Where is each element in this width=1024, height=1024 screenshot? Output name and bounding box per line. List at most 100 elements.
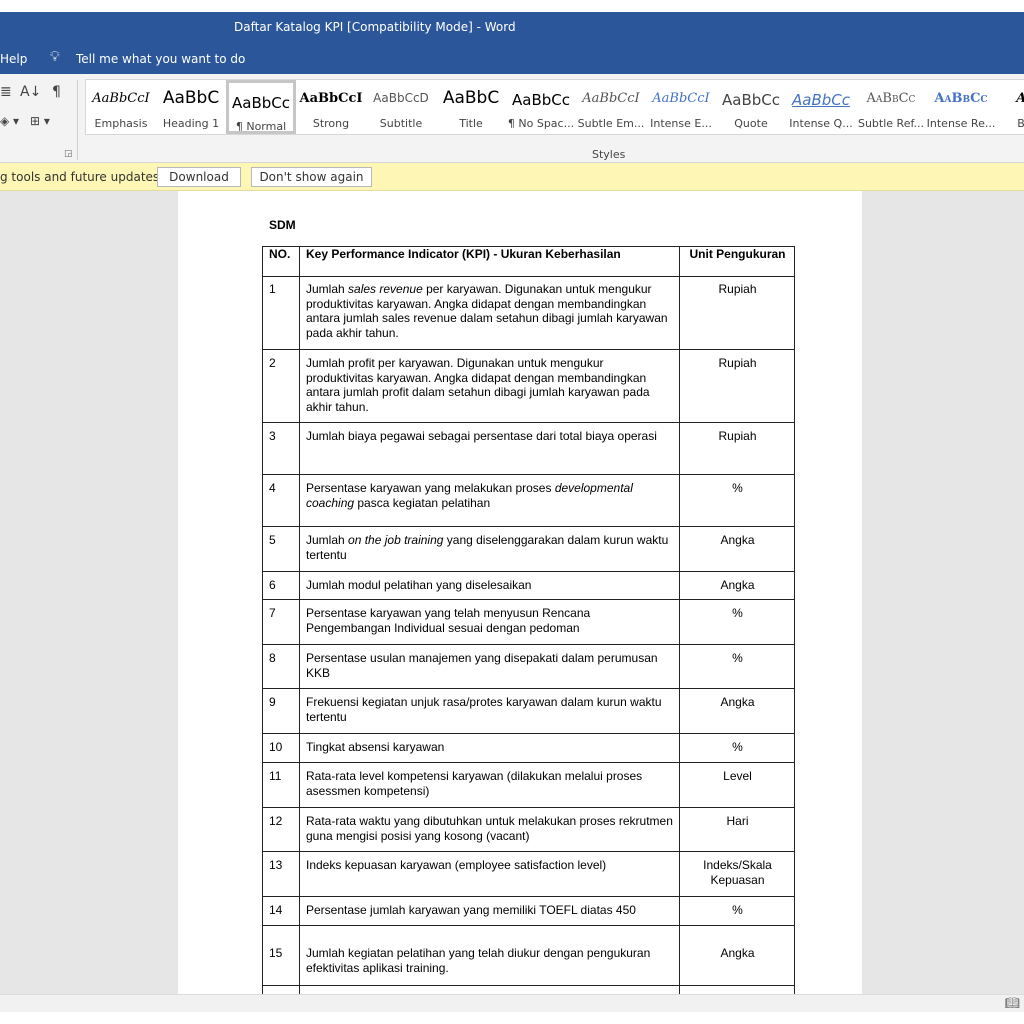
sort-icon[interactable]: A↓ bbox=[20, 84, 41, 100]
style-title[interactable]: AaBbC Title bbox=[436, 80, 506, 134]
style-normal[interactable]: AaBbCc ¶ Normal bbox=[226, 80, 296, 134]
style-preview: AaBbCc bbox=[232, 94, 290, 112]
style-label: Strong bbox=[312, 117, 350, 130]
cell-kpi: Jumlah profit per karyawan. Digunakan un… bbox=[299, 350, 679, 422]
pilcrow-icon[interactable]: ¶ bbox=[52, 84, 61, 100]
style-emphasis[interactable]: AaBbCcI Emphasis bbox=[86, 80, 156, 134]
cell-no: 6 bbox=[269, 578, 276, 592]
style-preview: AaBbC bbox=[442, 88, 500, 108]
cell-kpi: Persentase usulan manajemen yang disepak… bbox=[299, 645, 679, 688]
table-row: 9 Frekuensi kegiatan unjuk rasa/protes k… bbox=[262, 689, 795, 734]
table-row: 3 Jumlah biaya pegawai sebagai persentas… bbox=[262, 423, 795, 475]
kpi-text: pasca kegiatan pelatihan bbox=[354, 495, 491, 510]
kpi-text: Persentase usulan manajemen yang disepak… bbox=[306, 651, 658, 680]
menu-help[interactable]: Help bbox=[0, 52, 27, 66]
cell-unit bbox=[679, 986, 795, 994]
cell-kpi: Jumlah biaya pegawai sebagai persentase … bbox=[299, 423, 679, 474]
style-label: Subtle Em... bbox=[577, 117, 645, 130]
cell-unit: Angka bbox=[679, 527, 795, 571]
tell-me-search[interactable]: Tell me what you want to do bbox=[76, 52, 245, 66]
cell-no: 15 bbox=[269, 946, 283, 960]
style-quote[interactable]: AaBbCc Quote bbox=[716, 80, 786, 134]
style-label: Book bbox=[1017, 117, 1024, 130]
table-header-row: NO. Key Performance Indicator (KPI) - Uk… bbox=[262, 246, 795, 277]
kpi-text: Tingkat absensi karyawan bbox=[306, 740, 445, 754]
window-title: Daftar Katalog KPI [Compatibility Mode] … bbox=[234, 20, 516, 34]
kpi-text: Rata-rata waktu yang dibutuhkan untuk me… bbox=[306, 814, 673, 843]
header-unit: Unit Pengukuran bbox=[679, 247, 795, 276]
style-heading-1[interactable]: AaBbC Heading 1 bbox=[156, 80, 226, 134]
menu-bar: Help 💡︎ Tell me what you want to do bbox=[0, 43, 1024, 74]
cell-kpi: Rata-rata level kompetensi karyawan (dil… bbox=[299, 763, 679, 807]
style-book[interactable]: AaB Book bbox=[996, 80, 1024, 134]
cell-no: 12 bbox=[269, 814, 283, 828]
table-row: 2 Jumlah profit per karyawan. Digunakan … bbox=[262, 350, 795, 423]
table-row: 14 Persentase jumlah karyawan yang memil… bbox=[262, 897, 795, 926]
table-row: 15 Jumlah kegiatan pelatihan yang telah … bbox=[262, 926, 795, 986]
dialog-launcher-icon[interactable]: ◲ bbox=[64, 149, 73, 159]
cell-unit: Rupiah bbox=[679, 423, 795, 474]
table-row: 1 Jumlah sales revenue per karyawan. Dig… bbox=[262, 276, 795, 350]
style-preview: AaBbCc bbox=[934, 91, 988, 106]
cell-kpi: Jumlah modul pelatihan yang diselesaikan bbox=[299, 572, 679, 599]
info-message: g tools and future updates? bbox=[0, 170, 166, 184]
cell-no: 8 bbox=[269, 651, 276, 665]
kpi-text: Persentase jumlah karyawan yang memiliki… bbox=[306, 903, 636, 917]
cell-unit: Level bbox=[679, 763, 795, 807]
kpi-text: Jumlah profit per karyawan. Digunakan un… bbox=[306, 356, 650, 414]
style-label: Subtitle bbox=[379, 117, 423, 130]
cell-no: 14 bbox=[269, 903, 283, 917]
table-row: 4 Persentase karyawan yang melakukan pro… bbox=[262, 475, 795, 527]
cell-no: 10 bbox=[269, 740, 283, 754]
style-preview: AaBbCc bbox=[792, 91, 850, 109]
ribbon: ≣ A↓ ¶ ◈ ▾ ⊞ ▾ ◲ AaBbCcI Emphasis AaBbC Hea… bbox=[0, 74, 1024, 163]
cell-unit: Indeks/Skala Kepuasan bbox=[679, 852, 795, 896]
cell-unit: Rupiah bbox=[679, 350, 795, 422]
style-no-spac[interactable]: AaBbCc ¶ No Spac... bbox=[506, 80, 576, 134]
cell-kpi: Persentase karyawan yang melakukan prose… bbox=[299, 475, 679, 526]
document-page[interactable]: SDM NO. Key Performance Indicator (KPI) … bbox=[178, 191, 862, 994]
kpi-text: Jumlah biaya pegawai sebagai persentase … bbox=[306, 429, 657, 443]
style-intense-e[interactable]: AaBbCcI Intense E... bbox=[646, 80, 716, 134]
style-strong[interactable]: AaBbCcI Strong bbox=[296, 80, 366, 134]
read-mode-icon[interactable]: 📖︎ bbox=[1005, 996, 1020, 1010]
kpi-text: Indeks kepuasan karyawan (employee satis… bbox=[306, 858, 607, 872]
cell-no: 7 bbox=[269, 606, 276, 620]
table-row: 10 Tingkat absensi karyawan % bbox=[262, 734, 795, 763]
style-subtle-ref[interactable]: AaBbCc Subtle Ref... bbox=[856, 80, 926, 134]
style-label: Intense Re... bbox=[926, 117, 996, 130]
table-row: 8 Persentase usulan manajemen yang disep… bbox=[262, 645, 795, 689]
cell-no: 3 bbox=[269, 429, 276, 443]
style-subtle-em[interactable]: AaBbCcI Subtle Em... bbox=[576, 80, 646, 134]
cell-unit: % bbox=[679, 734, 795, 762]
style-label: Heading 1 bbox=[162, 117, 220, 130]
download-button[interactable]: Download bbox=[157, 167, 241, 187]
kpi-text: Jumlah modul pelatihan yang diselesaikan bbox=[306, 578, 532, 592]
cell-unit: Angka bbox=[679, 926, 795, 985]
cell-unit: % bbox=[679, 645, 795, 688]
header-kpi: Key Performance Indicator (KPI) - Ukuran… bbox=[299, 247, 679, 276]
kpi-italic-text: sales revenue bbox=[348, 282, 423, 296]
cell-no: 2 bbox=[269, 356, 276, 370]
lightbulb-icon: 💡︎ bbox=[50, 49, 60, 65]
table-row: 6 Jumlah modul pelatihan yang diselesaik… bbox=[262, 572, 795, 600]
kpi-italic-text: on the job training bbox=[348, 533, 444, 547]
style-label: Intense E... bbox=[650, 117, 712, 130]
style-intense-re[interactable]: AaBbCc Intense Re... bbox=[926, 80, 996, 134]
cell-kpi: Jumlah on the job training yang diseleng… bbox=[299, 527, 679, 571]
shading-icon[interactable]: ◈ ▾ bbox=[0, 114, 19, 128]
borders-icon[interactable]: ⊞ ▾ bbox=[30, 114, 50, 128]
table-row: 13 Indeks kepuasan karyawan (employee sa… bbox=[262, 852, 795, 897]
list-icon[interactable]: ≣ bbox=[0, 84, 12, 100]
dont-show-again-button[interactable]: Don't show again bbox=[251, 167, 372, 187]
style-preview: AaBbCc bbox=[866, 91, 916, 106]
divider bbox=[77, 80, 78, 160]
style-label: ¶ Normal bbox=[235, 120, 287, 133]
table-row: 12 Rata-rata waktu yang dibutuhkan untuk… bbox=[262, 808, 795, 852]
cell-unit: Rupiah bbox=[679, 276, 795, 349]
style-intense-q[interactable]: AaBbCc Intense Q... bbox=[786, 80, 856, 134]
style-subtitle[interactable]: AaBbCcD Subtitle bbox=[366, 80, 436, 134]
cell-kpi: Jumlah kegiatan pelatihan yang telah diu… bbox=[299, 926, 679, 985]
section-heading: SDM bbox=[269, 218, 296, 232]
kpi-text: Jumlah bbox=[306, 282, 349, 296]
